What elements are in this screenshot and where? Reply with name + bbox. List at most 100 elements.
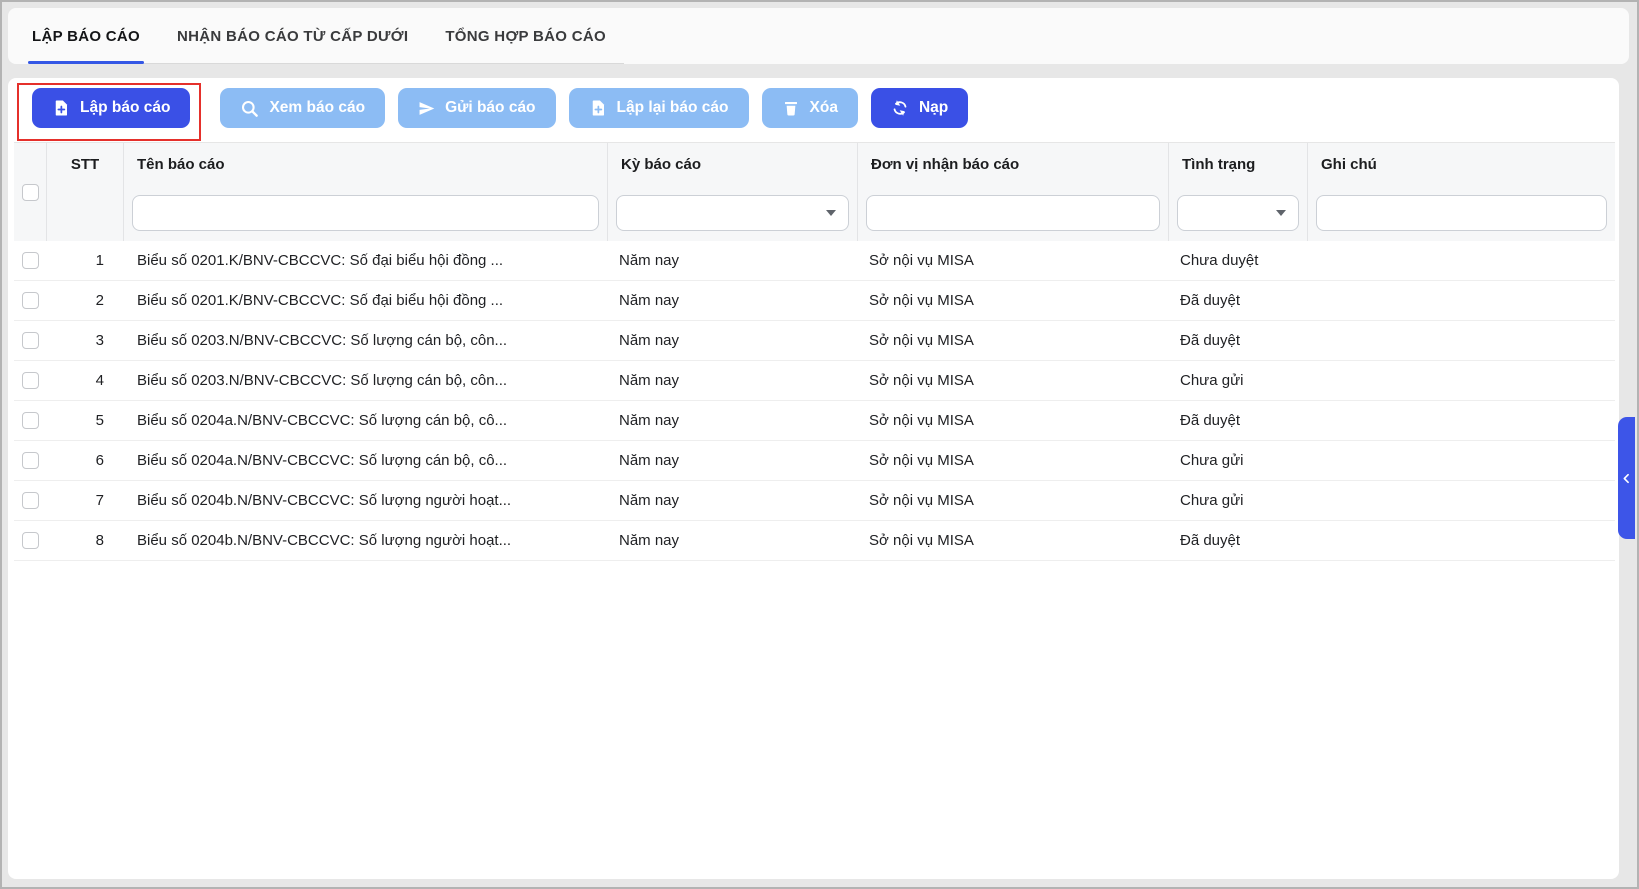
trash-icon bbox=[782, 99, 800, 117]
report-period-cell: Năm nay bbox=[608, 241, 858, 280]
button-label: Lập lại báo cáo bbox=[617, 99, 729, 117]
report-period-cell: Năm nay bbox=[608, 361, 858, 400]
note-cell bbox=[1308, 321, 1615, 360]
stt-cell: 5 bbox=[47, 401, 124, 440]
status-cell: Chưa gửi bbox=[1169, 481, 1308, 520]
stt-cell: 6 bbox=[47, 441, 124, 480]
tab-nhan-bao-cao-tu-cap-duoi[interactable]: NHẬN BÁO CÁO TỪ CẤP DƯỚI bbox=[175, 8, 410, 64]
app-window: LẬP BÁO CÁO NHẬN BÁO CÁO TỪ CẤP DƯỚI TỔN… bbox=[0, 0, 1639, 889]
filter-cell-note bbox=[1308, 185, 1615, 241]
create-report-button[interactable]: Lập báo cáo bbox=[32, 88, 190, 128]
status-cell: Đã duyệt bbox=[1169, 321, 1308, 360]
table-row[interactable]: 3Biểu số 0203.N/BNV-CBCCVC: Số lượng cán… bbox=[14, 321, 1615, 361]
filter-cell-period bbox=[608, 185, 858, 241]
stt-cell: 3 bbox=[47, 321, 124, 360]
row-checkbox-cell bbox=[14, 481, 47, 520]
table-row[interactable]: 1Biểu số 0201.K/BNV-CBCCVC: Số đại biểu … bbox=[14, 241, 1615, 281]
report-period-cell: Năm nay bbox=[608, 441, 858, 480]
button-label: Gửi báo cáo bbox=[445, 99, 535, 117]
report-name-cell: Biểu số 0204a.N/BNV-CBCCVC: Số lượng cán… bbox=[124, 401, 608, 440]
report-table: STT Tên báo cáo Kỳ báo cáo Đơn vị nhận b… bbox=[14, 142, 1615, 561]
report-name-cell: Biểu số 0203.N/BNV-CBCCVC: Số lượng cán … bbox=[124, 361, 608, 400]
note-cell bbox=[1308, 281, 1615, 320]
table-row[interactable]: 6Biểu số 0204a.N/BNV-CBCCVC: Số lượng cá… bbox=[14, 441, 1615, 481]
note-cell bbox=[1308, 521, 1615, 560]
column-header-tinh-trang: Tình trạng bbox=[1169, 143, 1308, 185]
tab-tong-hop-bao-cao[interactable]: TỔNG HỢP BÁO CÁO bbox=[443, 8, 608, 64]
filter-cell-stt bbox=[47, 185, 124, 241]
status-cell: Chưa gửi bbox=[1169, 441, 1308, 480]
column-header-ten-bao-cao: Tên báo cáo bbox=[124, 143, 608, 185]
table-row[interactable]: 4Biểu số 0203.N/BNV-CBCCVC: Số lượng cán… bbox=[14, 361, 1615, 401]
report-period-cell: Năm nay bbox=[608, 401, 858, 440]
send-report-button[interactable]: Gửi báo cáo bbox=[398, 88, 555, 128]
button-label: Xem báo cáo bbox=[269, 99, 365, 117]
toolbar: Lập báo cáo Xem báo cáo Gửi báo cáo Lập … bbox=[8, 78, 1619, 142]
report-period-cell: Năm nay bbox=[608, 281, 858, 320]
note-cell bbox=[1308, 401, 1615, 440]
column-header-don-vi-nhan-bao-cao: Đơn vị nhận báo cáo bbox=[858, 143, 1169, 185]
table-body: 1Biểu số 0201.K/BNV-CBCCVC: Số đại biểu … bbox=[14, 241, 1615, 561]
table-header: STT Tên báo cáo Kỳ báo cáo Đơn vị nhận b… bbox=[14, 142, 1615, 241]
button-label: Xóa bbox=[810, 99, 838, 117]
row-checkbox[interactable] bbox=[22, 492, 39, 509]
report-period-cell: Năm nay bbox=[608, 321, 858, 360]
view-report-button[interactable]: Xem báo cáo bbox=[220, 88, 385, 128]
stt-cell: 1 bbox=[47, 241, 124, 280]
select-all-checkbox[interactable] bbox=[22, 184, 39, 201]
row-checkbox[interactable] bbox=[22, 452, 39, 469]
row-checkbox[interactable] bbox=[22, 332, 39, 349]
table-row[interactable]: 5Biểu số 0204a.N/BNV-CBCCVC: Số lượng cá… bbox=[14, 401, 1615, 441]
row-checkbox[interactable] bbox=[22, 252, 39, 269]
collapse-panel-toggle[interactable] bbox=[1618, 417, 1635, 539]
refresh-button[interactable]: Nạp bbox=[871, 88, 968, 128]
status-cell: Chưa gửi bbox=[1169, 361, 1308, 400]
status-cell: Đã duyệt bbox=[1169, 401, 1308, 440]
stt-cell: 7 bbox=[47, 481, 124, 520]
table-row[interactable]: 2Biểu số 0201.K/BNV-CBCCVC: Số đại biểu … bbox=[14, 281, 1615, 321]
column-header-ky-bao-cao: Kỳ báo cáo bbox=[608, 143, 858, 185]
report-name-cell: Biểu số 0203.N/BNV-CBCCVC: Số lượng cán … bbox=[124, 321, 608, 360]
search-icon bbox=[240, 99, 259, 118]
filter-period-select[interactable] bbox=[617, 196, 848, 230]
report-period-cell: Năm nay bbox=[608, 481, 858, 520]
table-row[interactable]: 7Biểu số 0204b.N/BNV-CBCCVC: Số lượng ng… bbox=[14, 481, 1615, 521]
stt-cell: 4 bbox=[47, 361, 124, 400]
row-checkbox[interactable] bbox=[22, 372, 39, 389]
note-cell bbox=[1308, 241, 1615, 280]
filter-name-input[interactable] bbox=[133, 196, 598, 230]
note-cell bbox=[1308, 361, 1615, 400]
filter-note-input[interactable] bbox=[1317, 196, 1606, 230]
report-name-cell: Biểu số 0204b.N/BNV-CBCCVC: Số lượng ngư… bbox=[124, 521, 608, 560]
tab-lap-bao-cao[interactable]: LẬP BÁO CÁO bbox=[30, 8, 142, 64]
report-tab-strip: LẬP BÁO CÁO NHẬN BÁO CÁO TỪ CẤP DƯỚI TỔN… bbox=[8, 8, 1629, 64]
recreate-report-button[interactable]: Lập lại báo cáo bbox=[569, 88, 749, 128]
note-cell bbox=[1308, 441, 1615, 480]
filter-cell-name bbox=[124, 185, 608, 241]
stt-cell: 2 bbox=[47, 281, 124, 320]
receiving-unit-cell: Sở nội vụ MISA bbox=[858, 481, 1169, 520]
delete-button[interactable]: Xóa bbox=[762, 88, 858, 128]
column-header-ghi-chu: Ghi chú bbox=[1308, 143, 1615, 185]
filter-cell-status bbox=[1169, 185, 1308, 241]
tabs-container: LẬP BÁO CÁO NHẬN BÁO CÁO TỪ CẤP DƯỚI TỔN… bbox=[30, 8, 624, 64]
filter-status-select[interactable] bbox=[1178, 196, 1298, 230]
row-checkbox-cell bbox=[14, 361, 47, 400]
filter-unit-input[interactable] bbox=[867, 196, 1159, 230]
row-checkbox-cell bbox=[14, 441, 47, 480]
row-checkbox[interactable] bbox=[22, 412, 39, 429]
tab-label: TỔNG HỢP BÁO CÁO bbox=[445, 28, 606, 45]
receiving-unit-cell: Sở nội vụ MISA bbox=[858, 321, 1169, 360]
filter-cell-unit bbox=[858, 185, 1169, 241]
row-checkbox[interactable] bbox=[22, 292, 39, 309]
note-cell bbox=[1308, 481, 1615, 520]
stt-cell: 8 bbox=[47, 521, 124, 560]
button-label: Nạp bbox=[919, 99, 948, 117]
row-checkbox-cell bbox=[14, 281, 47, 320]
table-row[interactable]: 8Biểu số 0204b.N/BNV-CBCCVC: Số lượng ng… bbox=[14, 521, 1615, 561]
tab-label: NHẬN BÁO CÁO TỪ CẤP DƯỚI bbox=[177, 28, 408, 45]
row-checkbox-cell bbox=[14, 321, 47, 360]
receiving-unit-cell: Sở nội vụ MISA bbox=[858, 241, 1169, 280]
row-checkbox[interactable] bbox=[22, 532, 39, 549]
receiving-unit-cell: Sở nội vụ MISA bbox=[858, 281, 1169, 320]
